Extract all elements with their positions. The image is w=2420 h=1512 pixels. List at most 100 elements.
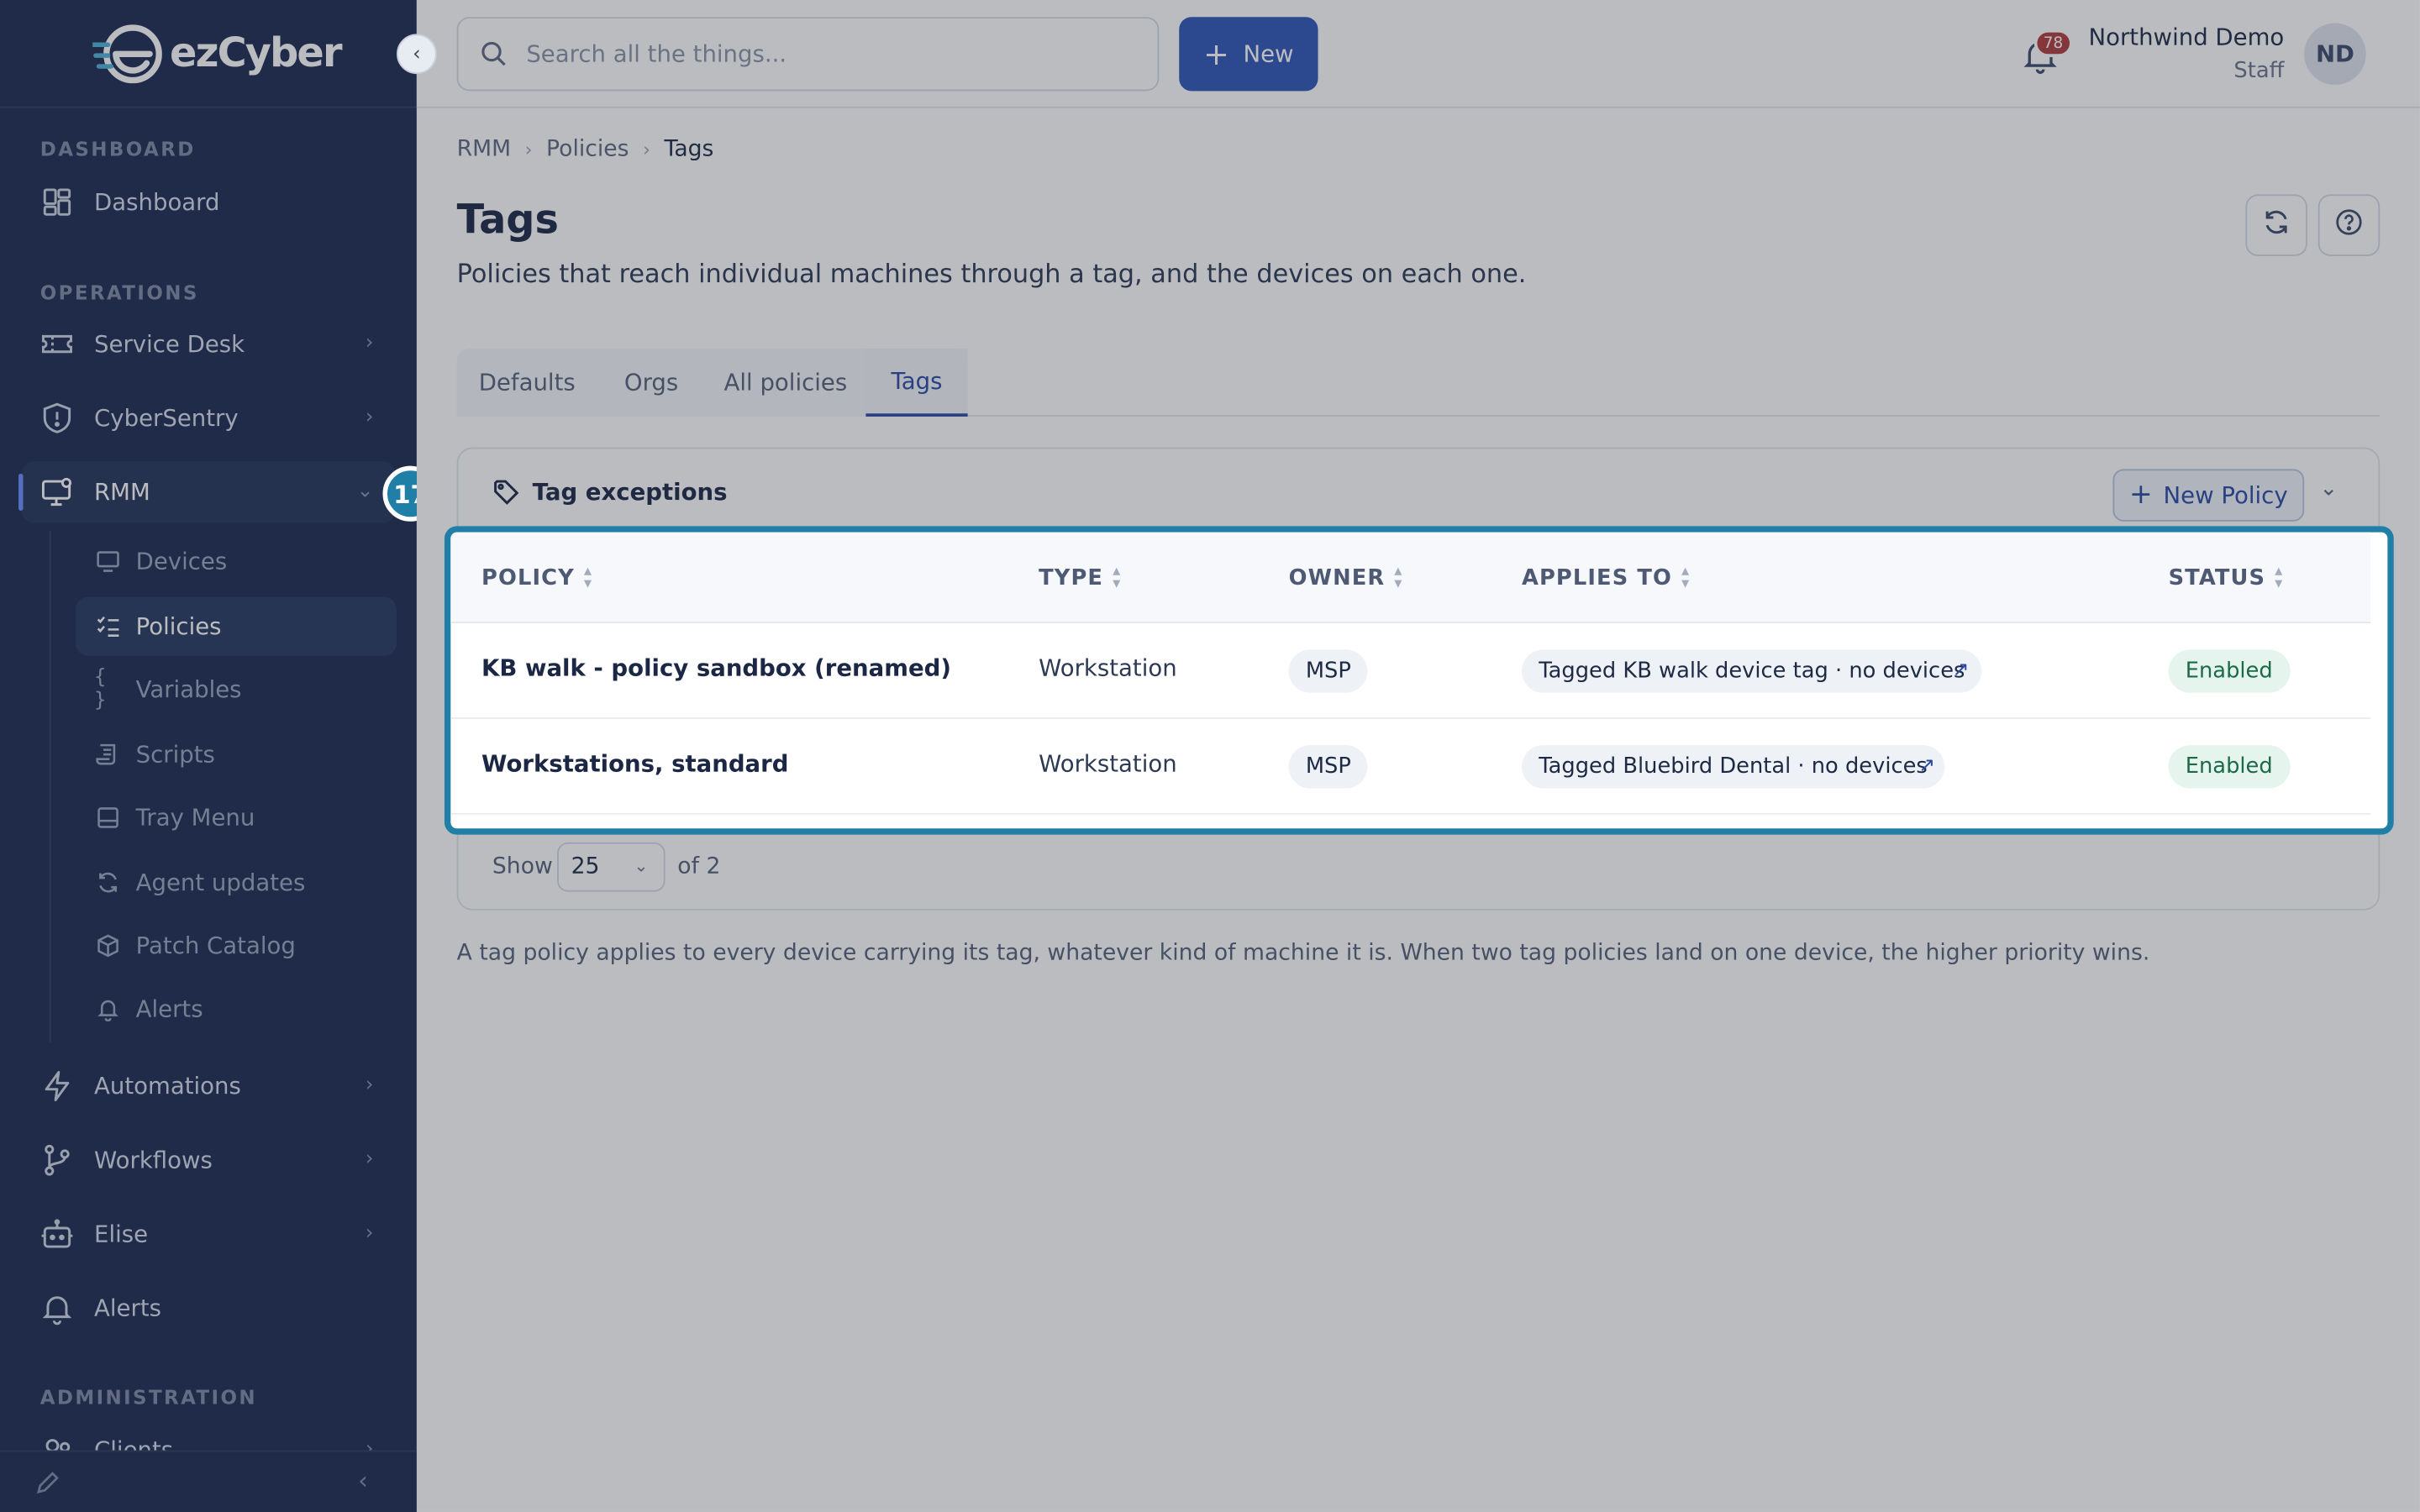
table-header-row: POLICY ▴ ▾ TYPE ▴ ▾ OWNER ▴ ▾ APPLIES TO ▴ ▾ STA… <box>450 532 2371 624</box>
new-button[interactable]: + New <box>1179 17 1318 92</box>
logo-mark-icon <box>90 24 166 85</box>
sidebar-item-dashboard[interactable]: Dashboard <box>22 171 395 233</box>
new-policy-button[interactable]: + New Policy <box>2112 469 2305 522</box>
policy-name[interactable]: KB walk - policy sandbox (renamed) <box>481 654 951 682</box>
owner-badge: MSP <box>1288 745 1369 789</box>
sidebar-subitem-policies[interactable]: Policies <box>75 596 397 656</box>
section-label-dashboard: DASHBOARD <box>39 137 196 161</box>
sidebar-item-cybersentry[interactable]: CyberSentry › <box>22 387 395 449</box>
tab-all-policies[interactable]: All policies <box>705 349 865 417</box>
sidebar-footer: ‹ <box>0 1450 417 1512</box>
grid-icon <box>40 185 74 218</box>
page-subtitle: Policies that reach individual machines … <box>456 259 1527 289</box>
help-button[interactable] <box>2317 194 2381 256</box>
tab-orgs[interactable]: Orgs <box>597 349 706 417</box>
help-circle-icon <box>2335 208 2363 242</box>
breadcrumb-item-rmm[interactable]: RMM <box>457 137 511 161</box>
column-header-policy[interactable]: POLICY ▴ ▾ <box>481 563 593 593</box>
search-icon <box>480 40 508 68</box>
sidebar-subitem-devices[interactable]: Devices <box>76 533 397 591</box>
monitor-icon <box>94 548 122 575</box>
chevron-right-icon: › <box>365 331 374 355</box>
brand-name-suffix: Cyber <box>217 30 343 77</box>
policy-type: Workstation <box>1039 654 1177 682</box>
tab-defaults[interactable]: Defaults <box>457 349 597 417</box>
sidebar-subitem-label: Tray Menu <box>135 803 255 832</box>
search-input[interactable] <box>526 39 1113 68</box>
pagination: Show 25 ⌄ of 2 <box>458 826 2381 912</box>
chevron-left-icon: ‹ <box>413 42 421 66</box>
sidebar-subitem-alerts[interactable]: Alerts <box>76 979 397 1038</box>
notification-count-badge: 78 <box>2033 29 2073 57</box>
sidebar-subitem-tray-menu[interactable]: Tray Menu <box>76 789 397 848</box>
sort-icon: ▴ ▾ <box>2275 563 2284 593</box>
monitor-icon <box>40 475 74 509</box>
sidebar-subitem-label: Agent updates <box>135 869 306 897</box>
script-icon <box>94 741 122 769</box>
sidebar-subitem-patch-catalog[interactable]: Patch Catalog <box>76 916 397 975</box>
plus-icon: + <box>2128 478 2153 511</box>
status-badge: Enabled <box>2168 745 2290 789</box>
sidebar-item-label: Elise <box>94 1220 149 1248</box>
sidebar-item-service-desk[interactable]: Service Desk › <box>22 313 395 375</box>
policy-type: Workstation <box>1039 749 1177 778</box>
breadcrumb-current: Tags <box>664 137 714 162</box>
column-header-owner[interactable]: OWNER ▴ ▾ <box>1289 563 1403 593</box>
refresh-button[interactable] <box>2245 194 2307 256</box>
card-title-label: Tag exceptions <box>532 478 728 507</box>
breadcrumb-item-policies[interactable]: Policies <box>546 137 629 161</box>
brand-logo[interactable]: ezCyber <box>90 22 343 87</box>
sidebar-item-rmm[interactable]: RMM ⌄ <box>18 461 396 523</box>
page-title: Tags <box>456 197 559 244</box>
sidebar-divider <box>0 106 417 108</box>
sidebar-subitem-variables[interactable]: { } Variables <box>76 660 397 719</box>
sidebar-subitem-agent-updates[interactable]: Agent updates <box>76 853 397 912</box>
braces-icon: { } <box>94 666 107 713</box>
chevron-left-icon[interactable]: ‹ <box>358 1466 368 1495</box>
page-count-label: of 2 <box>677 854 721 879</box>
sidebar-subitem-scripts[interactable]: Scripts <box>76 725 397 784</box>
applies-to-tag[interactable]: Tagged KB walk device tag · no devices <box>1521 649 1982 693</box>
applies-to-tag[interactable]: Tagged Bluebird Dental · no devices <box>1521 745 1945 789</box>
external-link-icon[interactable]: ↗ <box>1952 659 1969 682</box>
column-header-type[interactable]: TYPE ▴ ▾ <box>1039 564 1121 591</box>
chevron-down-icon[interactable]: ⌄ <box>2320 477 2338 501</box>
sidebar-subitem-label: Patch Catalog <box>135 932 296 960</box>
owner-badge: MSP <box>1288 649 1369 693</box>
avatar[interactable]: ND <box>2304 23 2366 86</box>
sidebar-item-alerts[interactable]: Alerts <box>22 1278 395 1339</box>
chevron-right-icon: › <box>365 1221 374 1246</box>
chevron-right-icon: › <box>365 1147 374 1172</box>
topbar: + New 78 Northwind Demo Staff ND <box>416 0 2420 108</box>
search-box[interactable] <box>456 17 1160 92</box>
user-name: Northwind Demo <box>2088 23 2285 51</box>
external-link-icon[interactable]: ↗ <box>1918 754 1935 778</box>
table-row[interactable]: Workstations, standard Workstation MSP T… <box>450 719 2371 815</box>
bolt-icon <box>40 1069 74 1103</box>
column-header-label: STATUS <box>2168 566 2266 591</box>
page-size-select[interactable]: 25 ⌄ <box>557 842 666 892</box>
pencil-icon[interactable] <box>34 1469 61 1503</box>
submenu-rail <box>49 530 51 1043</box>
chevron-right-icon: › <box>365 1074 374 1097</box>
policy-name[interactable]: Workstations, standard <box>481 750 788 778</box>
sidebar-collapse-button[interactable]: ‹ <box>397 34 437 75</box>
branch-icon <box>40 1143 74 1177</box>
brand-name-prefix: ez <box>170 30 218 77</box>
sort-icon: ▴ ▾ <box>1394 563 1403 593</box>
bot-icon <box>40 1217 74 1251</box>
sidebar-subitem-label: Policies <box>135 612 222 641</box>
sidebar-item-label: Alerts <box>94 1294 161 1323</box>
sidebar-item-elise[interactable]: Elise › <box>22 1204 395 1265</box>
new-policy-label: New Policy <box>2163 481 2288 510</box>
sidebar-item-automations[interactable]: Automations › <box>22 1055 395 1116</box>
user-role: Staff <box>2233 58 2285 84</box>
column-header-status[interactable]: STATUS ▴ ▾ <box>2168 563 2284 593</box>
table-row[interactable]: KB walk - policy sandbox (renamed) Works… <box>450 623 2371 719</box>
sort-icon: ▴ ▾ <box>583 563 593 593</box>
tab-tags[interactable]: Tags <box>865 349 968 417</box>
column-header-applies-to[interactable]: APPLIES TO ▴ ▾ <box>1522 564 1690 591</box>
sidebar-item-workflows[interactable]: Workflows › <box>22 1129 395 1190</box>
section-label-operations: OPERATIONS <box>39 281 199 304</box>
sidebar-item-label: Automations <box>94 1072 241 1100</box>
